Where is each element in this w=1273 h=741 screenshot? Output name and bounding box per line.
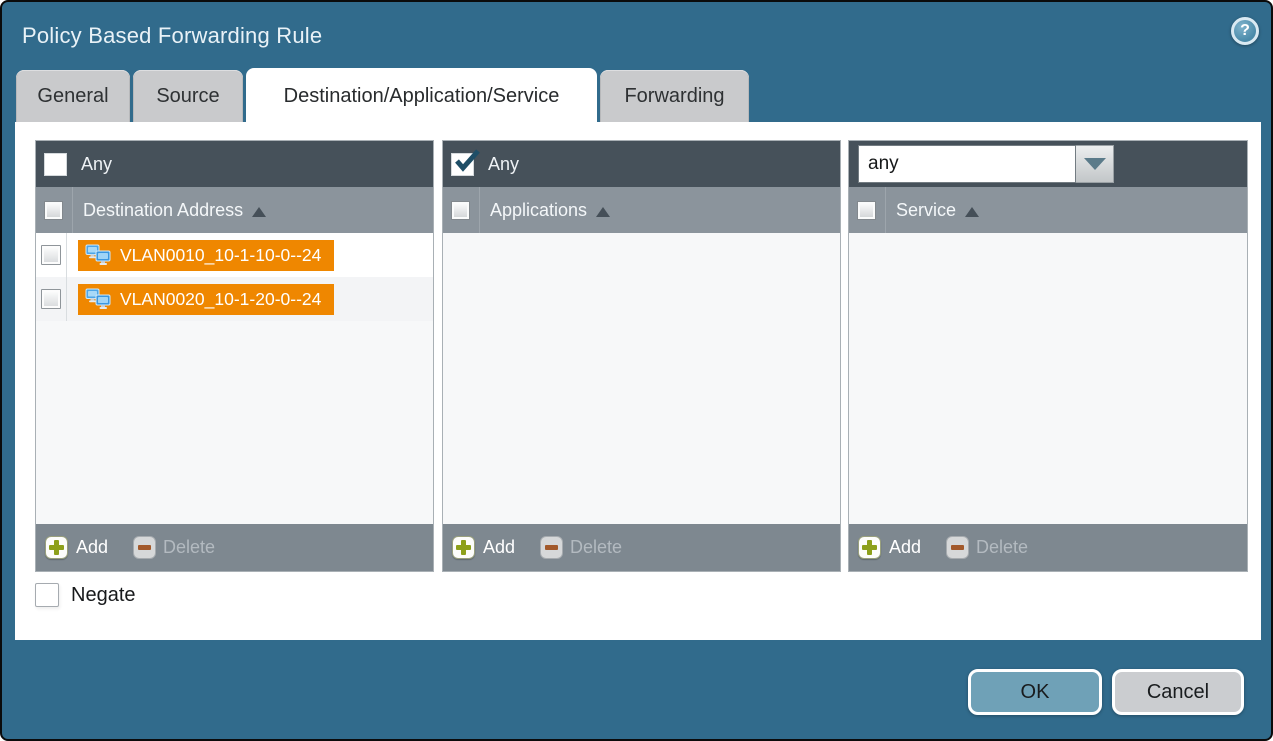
applications-column-label: Applications xyxy=(490,200,587,221)
destination-any-label: Any xyxy=(81,154,112,175)
sort-ascending-icon xyxy=(252,207,266,217)
tab-general[interactable]: General xyxy=(16,70,130,122)
address-object-name: VLAN0010_10-1-10-0--24 xyxy=(120,245,321,266)
help-icon[interactable]: ? xyxy=(1231,17,1259,45)
sort-ascending-icon xyxy=(596,207,610,217)
row-checkbox[interactable] xyxy=(41,245,61,265)
column-divider xyxy=(479,187,480,233)
add-label: Add xyxy=(76,537,108,558)
address-object-chip[interactable]: VLAN0010_10-1-10-0--24 xyxy=(78,240,334,271)
applications-panel: Any Applications Add Delete xyxy=(442,140,841,572)
service-column-label: Service xyxy=(896,200,956,221)
add-label: Add xyxy=(889,537,921,558)
destination-select-all-checkbox[interactable] xyxy=(44,201,63,220)
address-object-icon xyxy=(85,288,111,311)
tab-destination-application-service[interactable]: Destination/Application/Service xyxy=(246,68,597,124)
row-checkbox[interactable] xyxy=(41,289,61,309)
add-plus-icon xyxy=(45,536,68,559)
address-object-chip[interactable]: VLAN0020_10-1-20-0--24 xyxy=(78,284,334,315)
delete-button[interactable]: Delete xyxy=(133,536,215,559)
table-row: VLAN0020_10-1-20-0--24 xyxy=(36,277,433,321)
applications-any-bar: Any xyxy=(443,141,840,187)
row-checkbox-cell xyxy=(36,233,67,277)
delete-label: Delete xyxy=(163,537,215,558)
address-object-name: VLAN0020_10-1-20-0--24 xyxy=(120,289,321,310)
column-divider xyxy=(885,187,886,233)
pbf-rule-dialog: Policy Based Forwarding Rule ? General S… xyxy=(0,0,1273,741)
sort-ascending-icon xyxy=(965,207,979,217)
applications-any-checkbox[interactable] xyxy=(451,153,474,176)
service-footer: Add Delete xyxy=(849,524,1247,571)
destination-footer: Add Delete xyxy=(36,524,433,571)
service-select-all-checkbox[interactable] xyxy=(857,201,876,220)
destination-any-checkbox[interactable] xyxy=(44,153,67,176)
delete-label: Delete xyxy=(570,537,622,558)
applications-footer: Add Delete xyxy=(443,524,840,571)
delete-minus-icon xyxy=(133,536,156,559)
delete-button[interactable]: Delete xyxy=(946,536,1028,559)
applications-select-all-checkbox[interactable] xyxy=(451,201,470,220)
add-label: Add xyxy=(483,537,515,558)
service-dropdown-value: any xyxy=(858,145,1076,183)
dialog-title: Policy Based Forwarding Rule xyxy=(22,23,322,49)
add-button[interactable]: Add xyxy=(452,536,515,559)
tab-bar: General Source Destination/Application/S… xyxy=(16,68,749,124)
chevron-down-icon xyxy=(1084,158,1106,170)
destination-column-header[interactable]: Destination Address xyxy=(36,187,433,233)
tab-source[interactable]: Source xyxy=(133,70,243,122)
add-button[interactable]: Add xyxy=(858,536,921,559)
ok-button[interactable]: OK xyxy=(968,669,1102,715)
column-divider xyxy=(72,187,73,233)
check-icon xyxy=(452,148,480,175)
destination-list: VLAN0010_10-1-10-0--24 xyxy=(36,233,433,524)
delete-minus-icon xyxy=(540,536,563,559)
service-dropdown-bar: any xyxy=(849,141,1247,187)
service-column-header[interactable]: Service xyxy=(849,187,1247,233)
service-panel: any Service Add D xyxy=(848,140,1248,572)
negate-row: Negate xyxy=(35,583,136,607)
table-row: VLAN0010_10-1-10-0--24 xyxy=(36,233,433,277)
service-list xyxy=(849,233,1247,524)
address-object-icon xyxy=(85,244,111,267)
destination-column-label: Destination Address xyxy=(83,200,243,221)
row-checkbox-cell xyxy=(36,277,67,321)
negate-label: Negate xyxy=(71,584,136,607)
applications-any-label: Any xyxy=(488,154,519,175)
add-button[interactable]: Add xyxy=(45,536,108,559)
cancel-button[interactable]: Cancel xyxy=(1112,669,1244,715)
delete-label: Delete xyxy=(976,537,1028,558)
negate-checkbox[interactable] xyxy=(35,583,59,607)
tab-content: Any Destination Address xyxy=(15,122,1261,640)
destination-any-bar: Any xyxy=(36,141,433,187)
applications-column-header[interactable]: Applications xyxy=(443,187,840,233)
add-plus-icon xyxy=(452,536,475,559)
delete-minus-icon xyxy=(946,536,969,559)
tab-forwarding[interactable]: Forwarding xyxy=(600,70,749,122)
delete-button[interactable]: Delete xyxy=(540,536,622,559)
applications-list xyxy=(443,233,840,524)
dropdown-button[interactable] xyxy=(1076,145,1114,183)
service-dropdown[interactable]: any xyxy=(858,145,1114,183)
add-plus-icon xyxy=(858,536,881,559)
destination-panel: Any Destination Address xyxy=(35,140,434,572)
